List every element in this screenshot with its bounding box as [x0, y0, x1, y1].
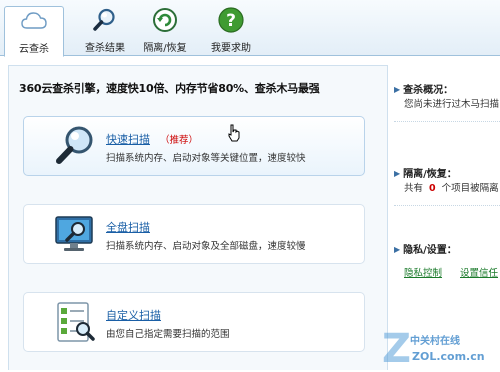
zol-logo-icon: Z 中关村在线 ZOL.com.cn [382, 326, 485, 372]
bullet-arrow-icon: ▶ [394, 169, 401, 178]
tab-help[interactable]: ? 我要求助 [206, 6, 256, 55]
quick-scan-link[interactable]: 快速扫描 [106, 131, 150, 147]
privacy-title: ▶ 隐私/设置： [394, 245, 457, 256]
divider [394, 121, 500, 122]
cloud-icon [21, 12, 47, 29]
hand-cursor-icon [228, 124, 240, 142]
svg-text:ZOL.com.cn: ZOL.com.cn [412, 350, 485, 363]
custom-scan-desc: 由您自己指定需要扫描的范围 [106, 329, 230, 340]
checklist-scan-icon [57, 302, 95, 342]
shield-restore-icon [153, 8, 177, 32]
trust-settings-link[interactable]: 设置信任 [460, 265, 498, 279]
tab-label: 云查杀 [19, 44, 49, 55]
quarantine-summary: 共有 0 个项目被隔离 [404, 183, 499, 194]
tab-cloud-scan[interactable]: 云查杀 [4, 6, 64, 57]
tab-label: 查杀结果 [85, 43, 125, 54]
svg-text:Z: Z [382, 326, 411, 369]
tab-bar: 云查杀 查杀结果 隔离/恢复 ? 我要求助 [0, 0, 500, 57]
help-icon: ? [218, 7, 244, 33]
full-scan-link[interactable]: 全盘扫描 [106, 219, 150, 235]
custom-scan-link[interactable]: 自定义扫描 [106, 307, 161, 323]
quick-scan-card[interactable]: 快速扫描 （推荐） 扫描系统内存、启动对象等关键位置，速度较快 [23, 116, 365, 176]
tab-label: 我要求助 [211, 43, 251, 54]
quarantine-title: ▶ 隔离/恢复： [394, 169, 457, 180]
quarantine-count: 0 [429, 183, 436, 194]
divider [394, 205, 500, 206]
tab-label: 隔离/恢复 [143, 43, 187, 54]
quick-scan-magnifier-icon [56, 126, 93, 164]
tab-quarantine[interactable]: 隔离/恢复 [140, 6, 190, 55]
bullet-arrow-icon: ▶ [394, 85, 401, 94]
scan-status-text: 您尚未进行过木马扫描 [404, 99, 500, 110]
svg-text:?: ? [226, 11, 236, 31]
custom-scan-card[interactable]: 自定义扫描 由您自己指定需要扫描的范围 [23, 292, 365, 352]
recommended-badge: （推荐） [160, 135, 199, 146]
full-scan-card[interactable]: 全盘扫描 扫描系统内存、启动对象及全部磁盘，速度较慢 [23, 204, 365, 264]
tab-scan-results[interactable]: 查杀结果 [74, 6, 136, 55]
privacy-control-link[interactable]: 隐私控制 [404, 265, 442, 279]
main-panel: 360云查杀引擎，速度快10倍、内存节省80%、查杀木马最强 快速扫描 （推荐）… [8, 65, 388, 370]
scan-status-title: ▶ 查杀概况： [394, 85, 454, 96]
zol-watermark: Z 中关村在线 ZOL.com.cn [376, 322, 500, 372]
svg-text:中关村在线: 中关村在线 [410, 334, 460, 347]
magnifier-icon [93, 8, 115, 31]
bullet-arrow-icon: ▶ [394, 245, 401, 254]
monitor-scan-icon [55, 216, 93, 251]
engine-headline: 360云查杀引擎，速度快10倍、内存节省80%、查杀木马最强 [19, 82, 320, 95]
full-scan-desc: 扫描系统内存、启动对象及全部磁盘，速度较慢 [106, 241, 306, 252]
quick-scan-desc: 扫描系统内存、启动对象等关键位置，速度较快 [106, 153, 306, 164]
